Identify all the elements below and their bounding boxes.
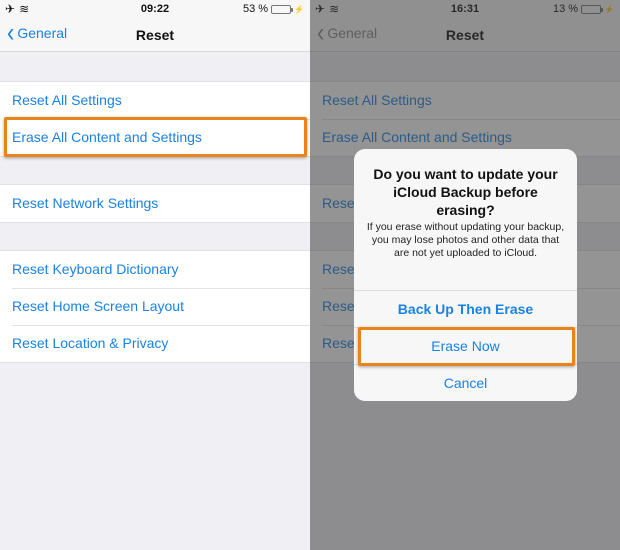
reset-all-settings[interactable]: Reset All Settings — [0, 82, 310, 119]
erase-now-button[interactable]: Erase Now — [354, 327, 577, 364]
left-screen: ✈≋ 09:22 53 % ⚡ ‹ General Reset Reset Al… — [0, 0, 310, 550]
alert-message: If you erase without updating your backu… — [366, 221, 565, 259]
cancel-button[interactable]: Cancel — [354, 364, 577, 401]
erase-all-content-and-settings[interactable]: Erase All Content and Settings — [0, 119, 310, 156]
settings-group-2: Reset Network Settings — [0, 184, 310, 223]
battery-icon — [271, 4, 294, 14]
nav-bar: ‹ General Reset — [0, 18, 310, 52]
settings-group-1: Reset All Settings Erase All Content and… — [0, 81, 310, 157]
charging-icon: ⚡ — [294, 4, 304, 14]
reset-network-settings[interactable]: Reset Network Settings — [0, 185, 310, 222]
battery-percent: 53 % — [242, 3, 269, 15]
status-bar: ✈≋ 09:22 53 % ⚡ — [0, 0, 310, 18]
page-title: Reset — [135, 27, 175, 43]
reset-home-screen-layout[interactable]: Reset Home Screen Layout — [0, 288, 310, 325]
icloud-backup-alert: Do you want to update your iCloud Backup… — [354, 149, 577, 401]
reset-keyboard-dictionary[interactable]: Reset Keyboard Dictionary — [0, 251, 310, 288]
right-screen: ✈≋ 16:31 13 % ⚡ ‹ General Reset Reset Al… — [310, 0, 620, 550]
back-up-then-erase-button[interactable]: Back Up Then Erase — [354, 290, 577, 327]
reset-location-privacy[interactable]: Reset Location & Privacy — [0, 325, 310, 362]
settings-group-3: Reset Keyboard Dictionary Reset Home Scr… — [0, 250, 310, 363]
alert-title: Do you want to update your iCloud Backup… — [373, 166, 558, 218]
